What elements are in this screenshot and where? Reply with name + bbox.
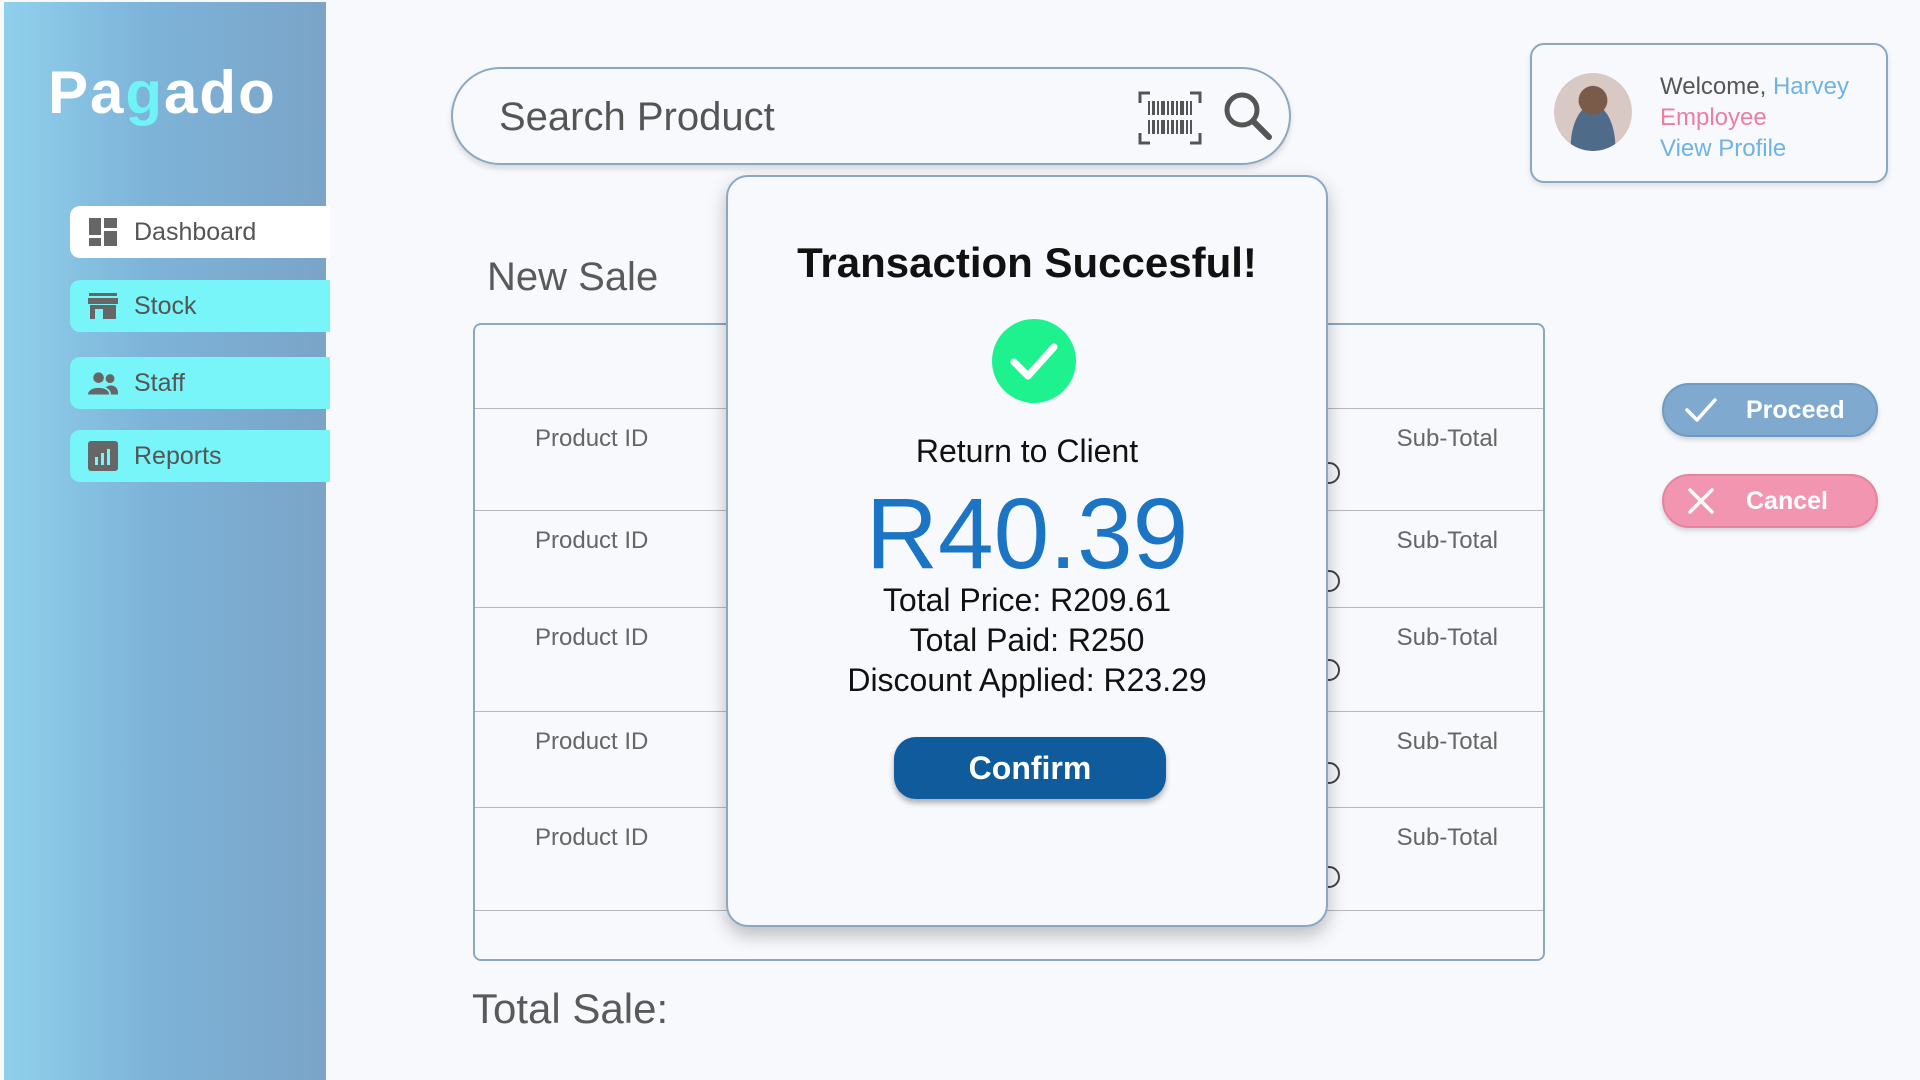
subtotal-cell: Sub-Total <box>1396 728 1498 755</box>
sidebar-item-label: Reports <box>134 441 222 470</box>
chart-icon <box>88 441 118 471</box>
product-id-cell: Product ID <box>535 527 649 554</box>
sidebar-item-label: Stock <box>134 291 197 320</box>
search-input[interactable] <box>499 87 1099 147</box>
user-name: Harvey <box>1772 73 1849 100</box>
search-icon[interactable] <box>1223 91 1273 141</box>
total-sale-label: Total Sale: <box>472 985 669 1032</box>
transaction-success-modal: Transaction Succesful! Return to Client … <box>726 175 1328 927</box>
dashboard-icon <box>88 217 118 247</box>
product-id-cell: Product ID <box>535 824 649 851</box>
return-label: Return to Client <box>915 433 1139 469</box>
discount-applied: Discount Applied: R23.29 <box>847 662 1207 698</box>
success-check-icon <box>992 319 1076 403</box>
confirm-button[interactable]: Confirm <box>894 737 1166 799</box>
sidebar-item-label: Staff <box>134 368 185 397</box>
total-price: Total Price: R209.61 <box>882 582 1172 618</box>
sidebar-item-stock[interactable]: Stock <box>70 280 330 332</box>
proceed-button[interactable]: Proceed <box>1662 383 1878 437</box>
check-icon <box>1684 393 1718 427</box>
welcome-label: Welcome, <box>1660 73 1767 100</box>
barcode-scan-icon[interactable] <box>1138 91 1202 145</box>
sidebar: Pagado Dashboard Stock Staff Reports <box>4 2 330 1080</box>
sidebar-item-label: Dashboard <box>134 217 257 246</box>
sidebar-item-reports[interactable]: Reports <box>70 430 330 482</box>
subtotal-cell: Sub-Total <box>1396 824 1498 851</box>
profile-card: Welcome, Harvey Employee View Profile <box>1530 43 1888 183</box>
sidebar-item-staff[interactable]: Staff <box>70 357 330 409</box>
search-bar <box>451 67 1291 165</box>
modal-title: Transaction Succesful! <box>797 239 1257 286</box>
cancel-button[interactable]: Cancel <box>1662 474 1878 528</box>
subtotal-cell: Sub-Total <box>1396 624 1498 651</box>
sidebar-item-dashboard[interactable]: Dashboard <box>70 206 330 258</box>
subtotal-cell: Sub-Total <box>1396 527 1498 554</box>
store-icon <box>88 291 118 321</box>
close-icon <box>1684 484 1718 518</box>
people-icon <box>88 368 118 398</box>
product-id-cell: Product ID <box>535 425 649 452</box>
page-title: New Sale <box>487 255 659 299</box>
total-paid: Total Paid: R250 <box>909 622 1145 658</box>
user-role: Employee <box>1660 104 1767 131</box>
avatar[interactable] <box>1554 73 1632 151</box>
app-logo: Pagado <box>48 59 277 126</box>
subtotal-cell: Sub-Total <box>1396 425 1498 452</box>
change-amount: R40.39 <box>865 478 1189 590</box>
product-id-cell: Product ID <box>535 728 649 755</box>
product-id-cell: Product ID <box>535 624 649 651</box>
view-profile-link[interactable]: View Profile <box>1660 133 1849 164</box>
welcome-block: Welcome, Harvey Employee View Profile <box>1660 71 1849 164</box>
